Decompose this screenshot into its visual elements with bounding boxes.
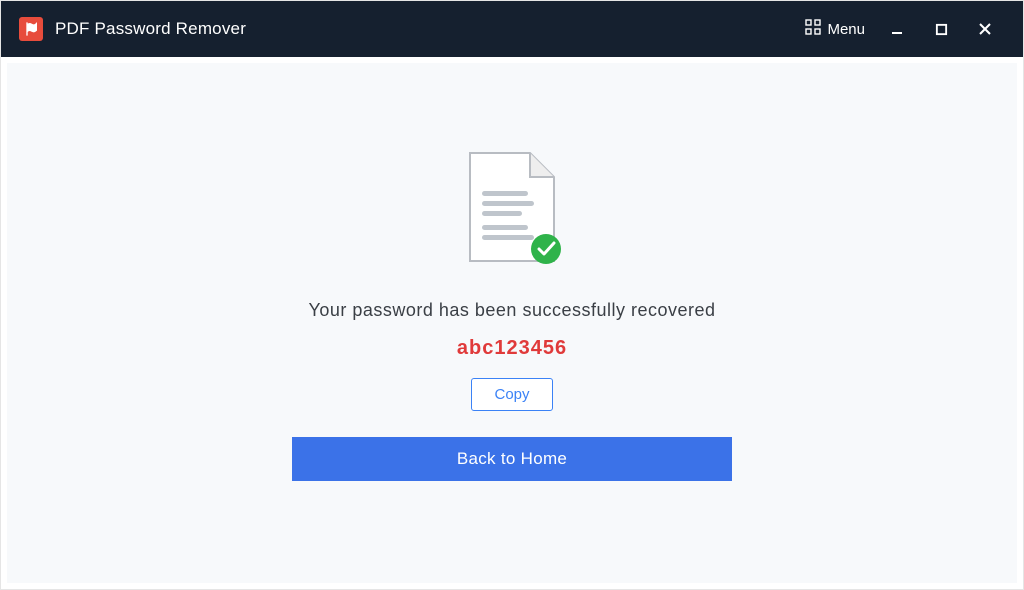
document-success-icon <box>462 149 562 272</box>
menu-label: Menu <box>827 21 865 38</box>
recovered-password: abc123456 <box>457 337 567 360</box>
app-window: PDF Password Remover Menu <box>0 0 1024 590</box>
close-button[interactable] <box>965 9 1005 49</box>
copy-button[interactable]: Copy <box>471 378 552 411</box>
minimize-button[interactable] <box>877 9 917 49</box>
success-message: Your password has been successfully reco… <box>308 300 715 321</box>
titlebar: PDF Password Remover Menu <box>1 1 1023 57</box>
app-logo-icon <box>19 17 43 41</box>
maximize-button[interactable] <box>921 9 961 49</box>
grid-icon <box>805 19 821 39</box>
main-content: Your password has been successfully reco… <box>7 63 1017 583</box>
menu-button[interactable]: Menu <box>797 13 873 45</box>
back-to-home-button[interactable]: Back to Home <box>292 437 732 481</box>
app-title: PDF Password Remover <box>55 19 246 39</box>
